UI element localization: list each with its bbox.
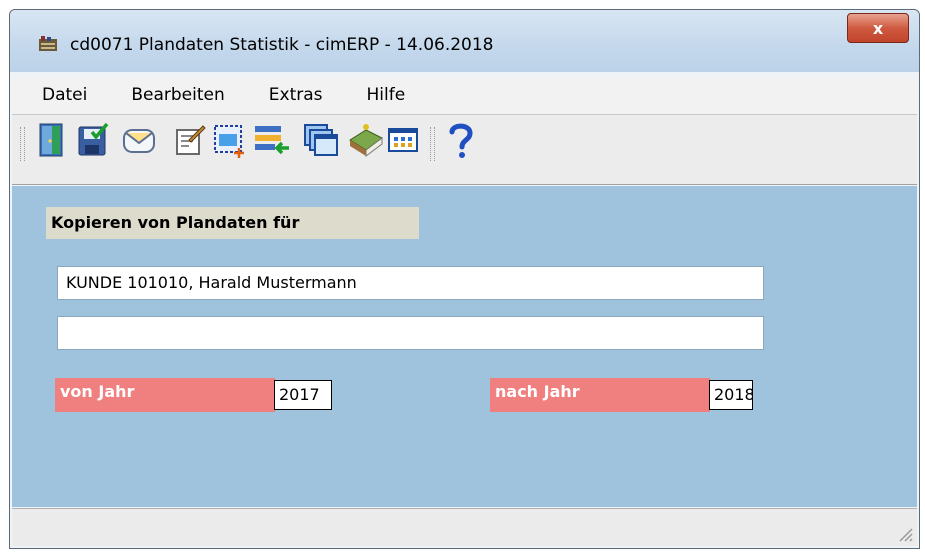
menu-extras[interactable]: Extras — [241, 85, 339, 105]
menu-datei[interactable]: Datei — [12, 85, 103, 105]
save-button[interactable] — [74, 121, 112, 159]
mail-button[interactable] — [120, 121, 158, 159]
window-title: cd0071 Plandaten Statistik - cimERP - 14… — [70, 35, 494, 55]
form-area: Kopieren von Plandaten für KUNDE 101010,… — [12, 186, 917, 507]
toolbar-separator — [430, 127, 435, 161]
close-button[interactable]: x — [847, 13, 909, 43]
help-button[interactable] — [442, 121, 480, 159]
status-bar — [12, 508, 917, 546]
menu-hilfe[interactable]: Hilfe — [339, 85, 422, 105]
save-check-icon — [78, 122, 109, 156]
envelope-icon — [123, 129, 155, 153]
app-window: cd0071 Plandaten Statistik - cimERP - 14… — [9, 9, 920, 549]
new-record-button[interactable] — [210, 121, 248, 159]
title-bar[interactable]: cd0071 Plandaten Statistik - cimERP - 14… — [10, 10, 919, 72]
resize-grip-icon[interactable] — [896, 525, 914, 543]
app-icon — [39, 36, 57, 51]
windows-button[interactable] — [302, 121, 340, 159]
from-year-field[interactable]: 2017 — [274, 380, 332, 410]
help-icon — [449, 123, 473, 158]
book-button[interactable] — [346, 121, 384, 159]
close-icon: x — [872, 18, 884, 38]
form-heading: Kopieren von Plandaten für — [46, 207, 419, 239]
exit-door-icon — [39, 123, 63, 157]
book-icon — [349, 124, 383, 157]
import-button[interactable] — [252, 121, 290, 159]
from-year-label: von Jahr — [55, 378, 275, 412]
edit-note-icon — [176, 125, 206, 155]
toolbar-grip[interactable] — [20, 127, 25, 161]
to-year-field[interactable]: 2018 — [709, 380, 753, 410]
exit-button[interactable] — [34, 121, 72, 159]
import-list-icon — [255, 126, 289, 155]
windows-icon — [304, 124, 338, 156]
edit-button[interactable] — [170, 121, 208, 159]
secondary-field[interactable] — [57, 316, 764, 350]
menu-bar: Datei Bearbeiten Extras Hilfe — [12, 77, 917, 113]
customer-field[interactable]: KUNDE 101010, Harald Mustermann — [57, 266, 764, 300]
menu-bearbeiten[interactable]: Bearbeiten — [103, 85, 240, 105]
new-record-icon — [214, 125, 244, 158]
toolbar — [12, 114, 917, 185]
grid-window-icon — [388, 128, 418, 152]
to-year-label: nach Jahr — [490, 378, 710, 412]
grid-button[interactable] — [384, 121, 422, 159]
